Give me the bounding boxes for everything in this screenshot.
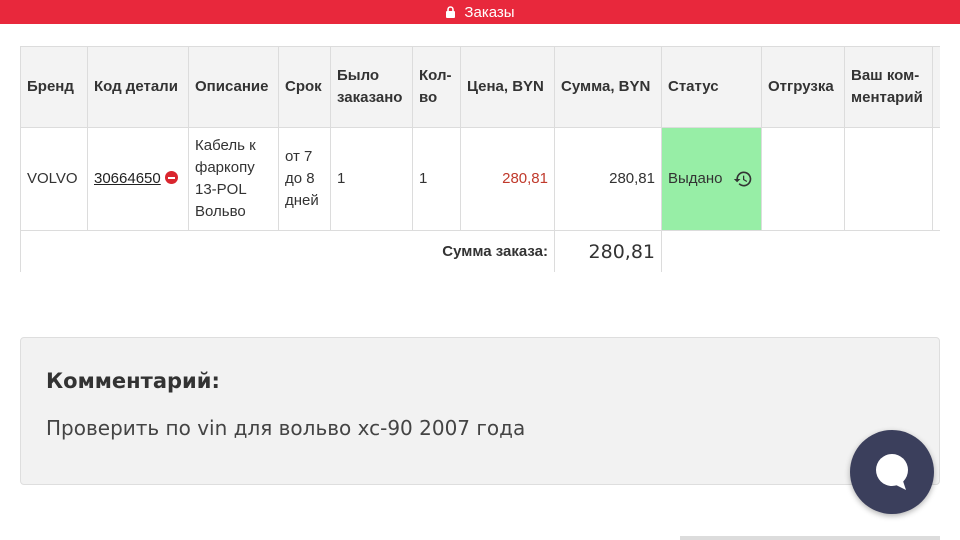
column-header-qty: Кол-во: [412, 46, 461, 128]
orders-table: Бренд Код детали Описание Срок Было зака…: [20, 46, 940, 272]
chat-button[interactable]: [850, 430, 934, 514]
column-header-shipment: Отгрузка: [761, 46, 845, 128]
total-empty-cell: [661, 230, 940, 272]
column-header-comment: Ваш ком-ментарий: [844, 46, 933, 128]
column-header-status: Статус: [661, 46, 762, 128]
page-title: Заказы: [464, 3, 515, 21]
column-header-brand: Бренд: [20, 46, 88, 128]
top-bar: Заказы: [0, 0, 960, 24]
cell-qty: 1: [412, 127, 461, 231]
cell-description: Кабель к фаркопу 13-POL Вольво: [188, 127, 279, 231]
total-row: Сумма заказа: 280,81: [20, 230, 940, 272]
column-header-description: Описание: [188, 46, 279, 128]
cell-ordered: 1: [330, 127, 413, 231]
cell-price: 280,81: [460, 127, 555, 231]
cell-shipment: [761, 127, 845, 231]
cell-term: от 7 до 8 дней: [278, 127, 331, 231]
comment-text: Проверить по vin для вольво xc-90 2007 г…: [46, 416, 526, 440]
cell-extra: [932, 127, 940, 231]
comment-title: Комментарий:: [46, 369, 220, 393]
column-header-sum: Сумма, BYN: [554, 46, 662, 128]
comment-panel: Комментарий: Проверить по vin для вольво…: [20, 337, 940, 485]
history-icon[interactable]: [733, 169, 753, 189]
part-code-link[interactable]: 30664650: [94, 170, 161, 187]
status-badge: Выдано: [668, 170, 723, 187]
remove-icon[interactable]: [164, 171, 178, 184]
cell-sum: 280,81: [554, 127, 662, 231]
table-header-row: Бренд Код детали Описание Срок Было зака…: [20, 46, 940, 128]
column-header-term: Срок: [278, 46, 331, 128]
bottom-strip: [680, 536, 940, 540]
lock-icon: [446, 6, 456, 18]
column-header-price: Цена, BYN: [460, 46, 555, 128]
column-header-ordered: Было заказано: [330, 46, 413, 128]
table-row: VOLVO 30664650 Кабель к фаркопу 13-POL В…: [20, 127, 940, 231]
column-header-extra: [932, 46, 940, 128]
cell-code: 30664650: [87, 127, 189, 231]
total-value: 280,81: [554, 230, 662, 272]
cell-brand: VOLVO: [20, 127, 88, 231]
column-header-code: Код детали: [87, 46, 189, 128]
cell-comment: [844, 127, 933, 231]
total-label: Сумма заказа:: [20, 230, 555, 272]
cell-status: Выдано: [661, 127, 762, 231]
chat-bubble-icon: [876, 454, 908, 490]
